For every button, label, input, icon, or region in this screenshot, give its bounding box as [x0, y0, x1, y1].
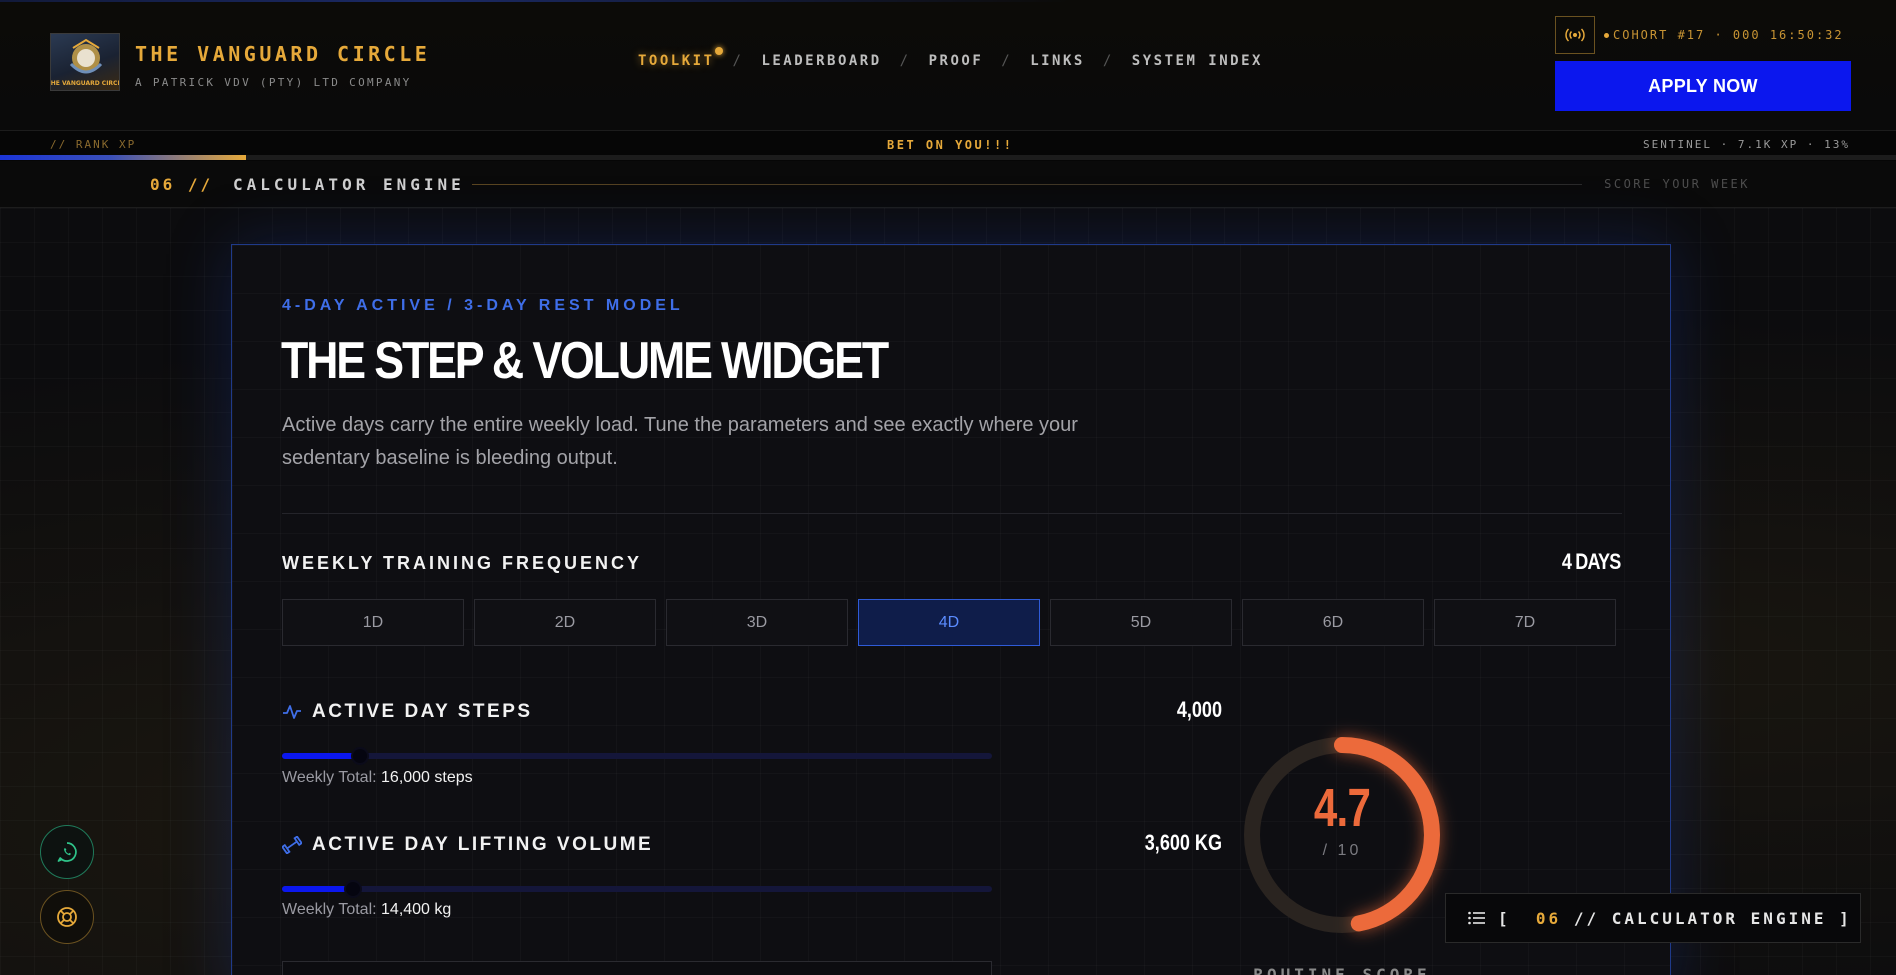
routine-score-caption: ROUTINE SCORE — [1253, 965, 1431, 975]
section-title: CALCULATOR ENGINE — [233, 175, 465, 194]
widget-eyebrow: 4-DAY ACTIVE / 3-DAY REST MODEL — [282, 297, 684, 314]
broadcast-button[interactable] — [1555, 16, 1595, 54]
nav-item-toolkit[interactable]: TOOLKIT — [638, 47, 723, 69]
lifting-weekly-total: Weekly Total: 14,400 kg — [282, 901, 452, 918]
xp-progress-track — [0, 155, 1896, 160]
additional-input-panel[interactable] — [282, 961, 992, 975]
dumbbell-icon — [282, 836, 302, 854]
lifting-slider-thumb[interactable] — [344, 880, 362, 898]
brand-logo[interactable]: THE VANGUARD CIRCLE — [50, 33, 120, 91]
section-tagline: SCORE YOUR WEEK — [1604, 177, 1750, 191]
steps-label: ACTIVE DAY STEPS — [282, 701, 533, 723]
section-number: 06 // — [150, 175, 214, 194]
steps-slider-thumb[interactable] — [351, 747, 370, 765]
toc-open-bracket: [ — [1498, 908, 1511, 928]
top-header: THE VANGUARD CIRCLE THE VANGUARD CIRCLE … — [0, 0, 1896, 131]
support-button[interactable] — [40, 890, 94, 944]
day-option-1d[interactable]: 1D — [282, 599, 464, 646]
active-dot-indicator — [714, 47, 723, 55]
steps-slider[interactable] — [282, 747, 992, 765]
lifting-value: 3,600 KG — [1144, 830, 1222, 855]
whatsapp-button[interactable] — [40, 825, 94, 879]
whatsapp-icon — [57, 842, 77, 862]
routine-score-value: 4.7 — [1313, 778, 1371, 838]
nav-separator: / — [732, 53, 744, 69]
day-option-3d[interactable]: 3D — [666, 599, 848, 646]
list-icon — [1468, 911, 1485, 925]
steps-slider-fill — [282, 753, 361, 759]
widget-divider — [282, 513, 1622, 514]
toc-number: 06 — [1535, 908, 1562, 928]
nav-item-proof[interactable]: PROOF — [929, 53, 984, 69]
apply-now-button[interactable]: APPLY NOW — [1555, 61, 1851, 111]
rank-motto: BET ON YOU!!! — [887, 138, 1014, 152]
frequency-value: 4 DAYS — [1561, 549, 1620, 574]
rank-xp-label: // RANK XP — [50, 138, 137, 151]
main-nav: TOOLKIT / LEADERBOARD / PROOF / LINKS / … — [638, 47, 1263, 69]
lifting-slider-fill — [282, 886, 353, 892]
day-option-6d[interactable]: 6D — [1242, 599, 1424, 646]
activity-pulse-icon — [283, 705, 301, 719]
lifting-label: ACTIVE DAY LIFTING VOLUME — [282, 834, 653, 856]
lifebuoy-icon — [57, 907, 77, 927]
live-dot — [1604, 33, 1609, 38]
lifting-slider[interactable] — [282, 880, 992, 898]
xp-progress-fill — [0, 155, 247, 160]
nav-item-links[interactable]: LINKS — [1030, 53, 1085, 69]
broadcast-icon — [1565, 28, 1585, 42]
widget-title: THE STEP & VOLUME WIDGET — [281, 332, 889, 390]
brand-subtitle: A PATRICK VDV (PTY) LTD COMPANY — [135, 76, 412, 89]
rank-status: SENTINEL · 7.1K XP · 13% — [1643, 138, 1850, 151]
day-option-2d[interactable]: 2D — [474, 599, 656, 646]
frequency-selector: 1D 2D 3D 4D 5D 6D 7D — [282, 599, 1616, 646]
day-option-7d[interactable]: 7D — [1434, 599, 1616, 646]
frequency-label: WEEKLY TRAINING FREQUENCY — [282, 553, 643, 573]
section-toc-button[interactable]: [ 06 // CALCULATOR ENGINE ] — [1445, 893, 1861, 943]
header-accent-line — [0, 0, 1070, 2]
section-header: 06 // CALCULATOR ENGINE SCORE YOUR WEEK — [0, 161, 1896, 208]
nav-item-leaderboard[interactable]: LEADERBOARD — [761, 53, 881, 69]
nav-separator: / — [1001, 53, 1013, 69]
nav-separator: / — [899, 53, 911, 69]
day-option-4d[interactable]: 4D — [858, 599, 1040, 646]
cohort-countdown: COHORT #17 · 000 16:50:32 — [1604, 28, 1844, 42]
nav-separator: / — [1102, 53, 1114, 69]
toc-label: // CALCULATOR ENGINE ] — [1573, 908, 1852, 928]
svg-text:THE VANGUARD CIRCLE: THE VANGUARD CIRCLE — [51, 80, 120, 87]
steps-weekly-total: Weekly Total: 16,000 steps — [282, 769, 473, 786]
day-option-5d[interactable]: 5D — [1050, 599, 1232, 646]
nav-item-system-index[interactable]: SYSTEM INDEX — [1132, 53, 1263, 69]
step-volume-widget: 4-DAY ACTIVE / 3-DAY REST MODEL THE STEP… — [231, 244, 1671, 975]
section-divider — [472, 184, 1582, 185]
brand-title[interactable]: THE VANGUARD CIRCLE — [135, 42, 430, 66]
widget-description: Active days carry the entire weekly load… — [282, 414, 1078, 469]
routine-score-denominator: / 10 — [1322, 842, 1362, 859]
steps-value: 4,000 — [1176, 697, 1222, 722]
